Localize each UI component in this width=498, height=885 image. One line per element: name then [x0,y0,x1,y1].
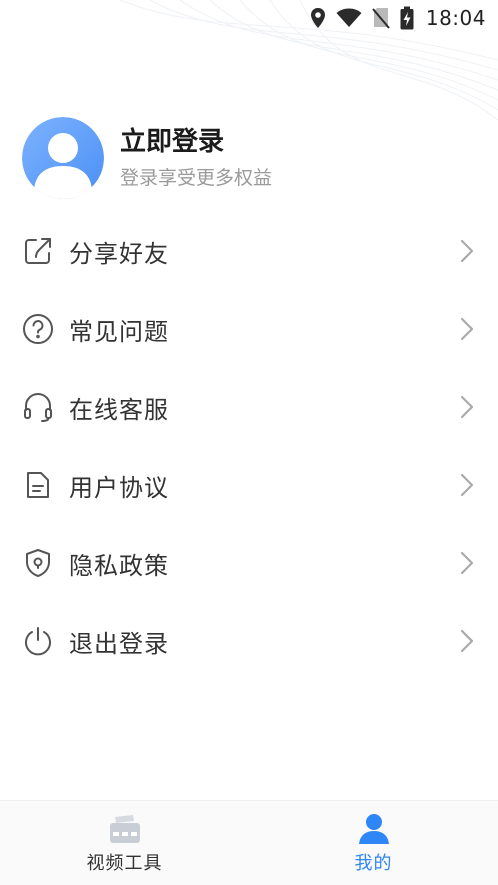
menu-item-label: 用户协议 [69,473,169,502]
video-tools-icon [107,811,143,847]
menu-item-share[interactable]: 分享好友 [0,212,498,290]
chevron-right-icon [458,315,476,343]
menu-item-user-agreement[interactable]: 用户协议 [0,446,498,524]
settings-menu: 分享好友 常见问题 在线客服 用户协议 隐私政策 退出登录 [0,212,498,680]
menu-item-faq[interactable]: 常见问题 [0,290,498,368]
wifi-icon [336,8,362,27]
status-time: 18:04 [425,6,486,30]
menu-item-logout[interactable]: 退出登录 [0,602,498,680]
menu-item-customer-service[interactable]: 在线客服 [0,368,498,446]
bottom-nav: 视频工具 我的 [0,800,498,885]
tab-video-tools[interactable]: 视频工具 [0,801,249,885]
chevron-right-icon [458,237,476,265]
menu-item-privacy-policy[interactable]: 隐私政策 [0,524,498,602]
chevron-right-icon [458,627,476,655]
share-icon [22,235,54,267]
login-title[interactable]: 立即登录 [120,125,272,159]
tab-label: 我的 [354,853,393,874]
menu-item-label: 隐私政策 [69,551,169,580]
status-bar: 18:04 [0,0,498,36]
menu-item-label: 分享好友 [69,239,169,268]
login-text: 立即登录 登录享受更多权益 [120,125,272,191]
default-avatar-icon[interactable] [22,117,104,199]
document-icon [22,469,54,501]
status-icons: 18:04 [310,4,486,32]
tab-label: 视频工具 [86,853,163,874]
chevron-right-icon [458,549,476,577]
login-subtitle: 登录享受更多权益 [120,167,273,189]
shield-icon [22,547,54,579]
mine-screen: 18:04 立即登录 登录享受更多权益 分享好友 常见问题 在线客服 用户协议 … [0,0,498,885]
menu-item-label: 在线客服 [69,395,169,424]
menu-item-label: 退出登录 [69,629,169,658]
tab-mine[interactable]: 我的 [249,801,498,885]
chevron-right-icon [458,471,476,499]
question-circle-icon [22,313,54,345]
chevron-right-icon [458,393,476,421]
login-header[interactable]: 立即登录 登录享受更多权益 [22,116,472,200]
menu-item-label: 常见问题 [69,317,169,346]
battery-charging-icon [400,6,414,30]
headset-icon [22,391,54,423]
power-icon [22,625,54,657]
user-icon [356,811,392,847]
no-sim-icon [372,8,390,29]
location-icon [310,8,325,28]
